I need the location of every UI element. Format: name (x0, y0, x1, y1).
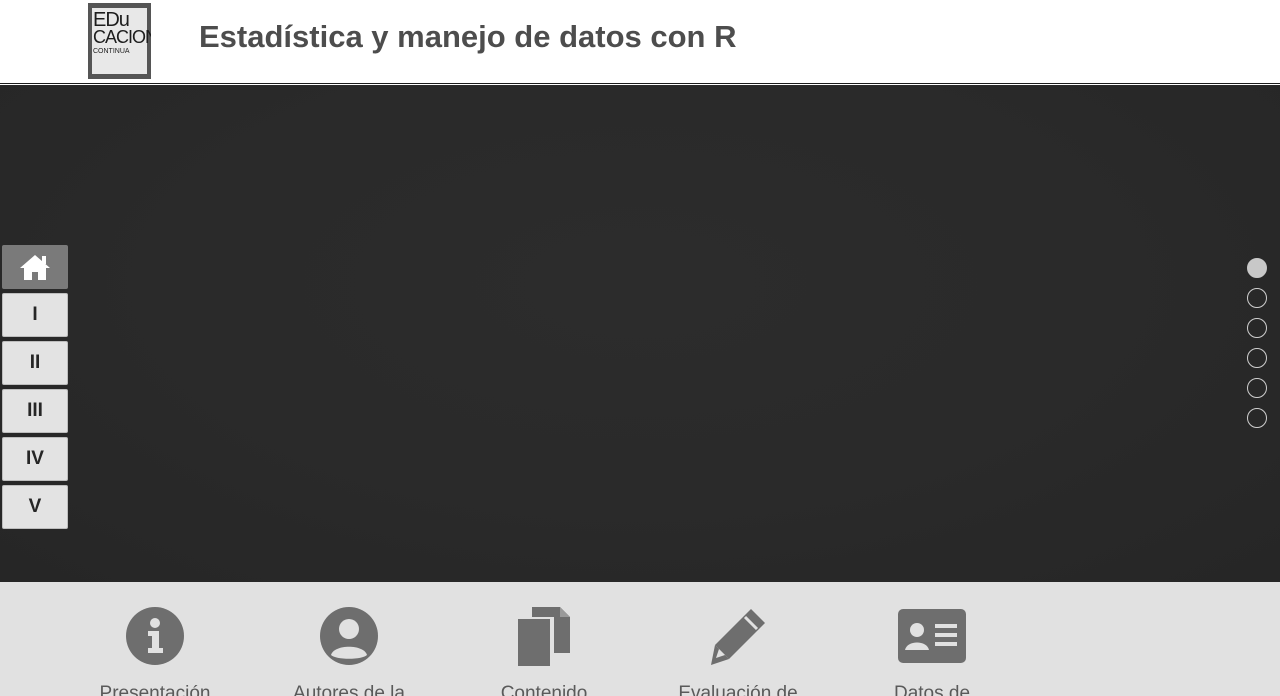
feature-label: Datos de (893, 683, 971, 696)
feature-contenido[interactable]: Contenido (444, 604, 644, 696)
feature-evaluacion[interactable]: Evaluación de (638, 604, 838, 696)
slide-dot-3[interactable] (1247, 318, 1267, 338)
user-icon (320, 607, 378, 665)
section-button-iii[interactable]: III (2, 389, 68, 433)
slide-dot-5[interactable] (1247, 378, 1267, 398)
feature-datos[interactable]: Datos de (832, 604, 1032, 696)
header: EDu CACION CONTINUA Estadística y manejo… (0, 0, 1280, 84)
feature-label: Evaluación de (678, 683, 798, 696)
feature-autores[interactable]: Autores de la (249, 604, 449, 696)
section-button-i[interactable]: I (2, 293, 68, 337)
feature-label: Presentación (99, 683, 211, 696)
info-icon (126, 607, 184, 665)
feature-bar: Presentación Autores de la Contenido Eva… (0, 582, 1280, 696)
slide-dot-4[interactable] (1247, 348, 1267, 368)
slide-dots (1247, 258, 1267, 438)
feature-label: Contenido (500, 683, 588, 696)
slide-dot-2[interactable] (1247, 288, 1267, 308)
educacion-continua-logo[interactable]: EDu CACION CONTINUA (88, 3, 151, 79)
pencil-icon (711, 609, 765, 665)
home-icon (20, 255, 50, 280)
section-nav: I II III IV V (2, 245, 68, 533)
logo-line-3: CONTINUA (93, 48, 130, 55)
slide-dot-6[interactable] (1247, 408, 1267, 428)
feature-presentacion[interactable]: Presentación (55, 604, 255, 696)
documents-icon (518, 607, 570, 666)
slide-dot-1[interactable] (1247, 258, 1267, 278)
logo-panel: EDu CACION CONTINUA (92, 8, 151, 74)
id-card-icon (898, 609, 966, 663)
section-button-iv[interactable]: IV (2, 437, 68, 481)
logo-text: EDu CACION CONTINUA (93, 10, 151, 55)
page-title: Estadística y manejo de datos con R (199, 19, 737, 54)
logo-line-2: CACION (93, 27, 151, 47)
feature-label: Autores de la (293, 683, 405, 696)
section-button-v[interactable]: V (2, 485, 68, 529)
hero-slider (0, 85, 1280, 582)
section-button-ii[interactable]: II (2, 341, 68, 385)
home-button[interactable] (2, 245, 68, 289)
